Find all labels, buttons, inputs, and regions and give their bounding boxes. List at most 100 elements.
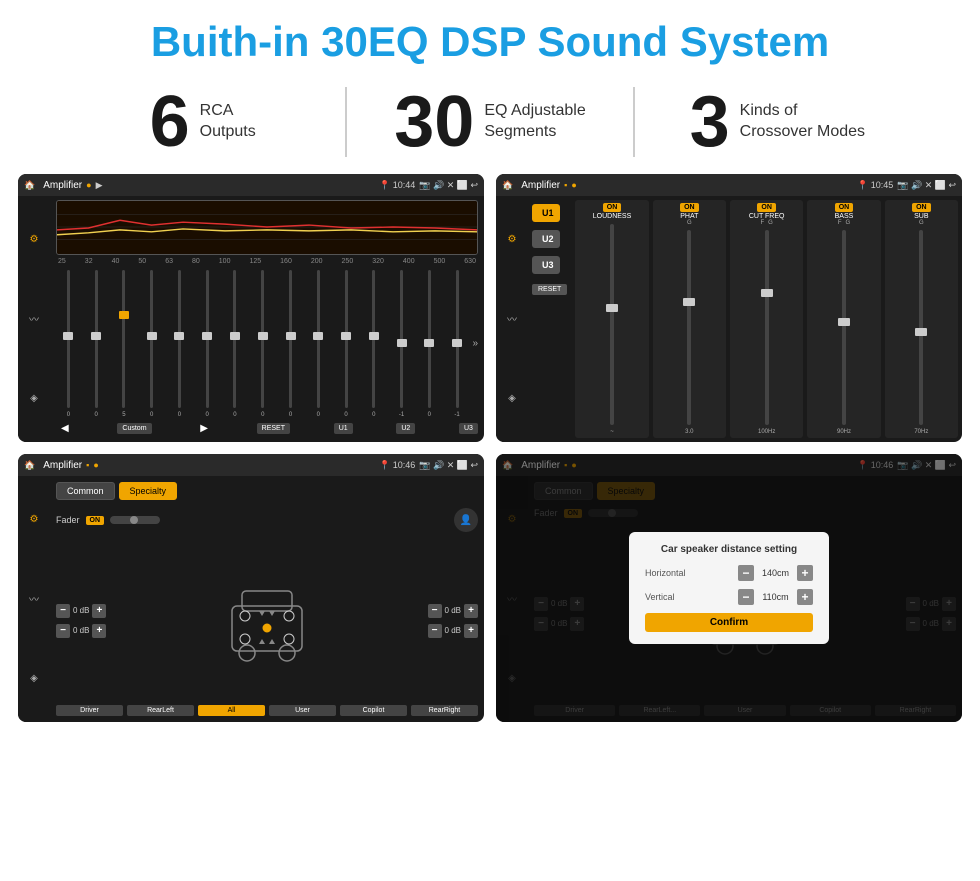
- screen-dialog: 🏠 Amplifier ▪ ● 📍 10:46 📷 🔊 ✕ ⬜ ↩ ⚙ 〰 ◈ …: [496, 454, 962, 722]
- expand-icon[interactable]: »: [472, 338, 478, 349]
- fader-label: Fader: [56, 515, 80, 525]
- eq-slider-5[interactable]: 0: [167, 268, 192, 418]
- vertical-plus[interactable]: +: [797, 589, 813, 605]
- rear-left-btn[interactable]: RearLeft: [127, 705, 194, 716]
- app-name-spec: Amplifier: [43, 460, 82, 471]
- xover-icon-1[interactable]: ⚙: [502, 230, 522, 250]
- stat-text-rca: RCAOutputs: [200, 101, 256, 143]
- dialog-title: Car speaker distance setting: [645, 544, 813, 555]
- vertical-minus[interactable]: −: [738, 589, 754, 605]
- reset-button-eq[interactable]: RESET: [257, 423, 290, 434]
- home-icon-spec[interactable]: 🏠: [24, 460, 35, 471]
- stat-number-rca: 6: [150, 86, 190, 158]
- db-plus-2[interactable]: +: [92, 624, 106, 638]
- home-icon[interactable]: 🏠: [24, 180, 35, 191]
- dialog-box: Car speaker distance setting Horizontal …: [629, 532, 829, 644]
- eq-slider-7[interactable]: 0: [223, 268, 248, 418]
- u1-btn[interactable]: U1: [532, 204, 560, 222]
- spec-icon-2[interactable]: 〰: [24, 589, 44, 609]
- eq-main: 2532405063 80100125160200 25032040050063…: [50, 196, 484, 442]
- loudness-val: ~: [610, 429, 614, 435]
- db-minus-4[interactable]: −: [428, 624, 442, 638]
- status-icons-xover: 📷 🔊 ✕ ⬜ ↩: [897, 180, 956, 191]
- eq-slider-4[interactable]: 0: [139, 268, 164, 418]
- spec-icon-1[interactable]: ⚙: [24, 510, 44, 530]
- db-minus-3[interactable]: −: [428, 604, 442, 618]
- db-plus-1[interactable]: +: [92, 604, 106, 618]
- cutfreq-slider[interactable]: [765, 230, 769, 425]
- eq-slider-10[interactable]: 0: [306, 268, 331, 418]
- eq-slider-3[interactable]: 5: [112, 268, 137, 418]
- sliders-row: 0 0 5 0 0: [56, 268, 478, 418]
- eq-slider-6[interactable]: 0: [195, 268, 220, 418]
- eq-icon-1[interactable]: ⚙: [24, 230, 44, 250]
- sub-val: 70Hz: [914, 429, 928, 435]
- reset-btn-xover[interactable]: RESET: [532, 284, 567, 295]
- sub-slider[interactable]: [919, 230, 923, 425]
- stat-text-eq: EQ AdjustableSegments: [484, 101, 585, 143]
- prev-button[interactable]: ◀: [56, 421, 74, 436]
- rear-right-btn[interactable]: RearRight: [411, 705, 478, 716]
- user-btn[interactable]: User: [269, 705, 336, 716]
- eq-bottom-bar: ◀ Custom ▶ RESET U1 U2 U3: [56, 418, 478, 438]
- tab-specialty[interactable]: Specialty: [119, 482, 178, 500]
- eq-icon-2[interactable]: 〰: [24, 309, 44, 329]
- next-button[interactable]: ▶: [195, 421, 213, 436]
- u3-button-eq[interactable]: U3: [459, 423, 478, 434]
- vertical-value: 110cm: [758, 592, 793, 602]
- car-diagram: [114, 571, 419, 671]
- eq-slider-13[interactable]: -1: [389, 268, 414, 418]
- eq-slider-15[interactable]: -1: [445, 268, 470, 418]
- bottom-btns: Driver RearLeft All User Copilot RearRig…: [56, 705, 478, 716]
- dialog-overlay: Car speaker distance setting Horizontal …: [496, 454, 962, 722]
- eq-slider-2[interactable]: 0: [84, 268, 109, 418]
- db-value-3: 0 dB: [445, 606, 461, 615]
- u1-button-eq[interactable]: U1: [334, 423, 353, 434]
- fader-slider[interactable]: [110, 516, 160, 524]
- spec-content: ⚙ 〰 ◈ Common Specialty Fader ON 👤: [18, 476, 484, 722]
- home-icon-xover[interactable]: 🏠: [502, 180, 513, 191]
- status-bar-spec: 🏠 Amplifier ▪ ● 📍 10:46 📷 🔊 ✕ ⬜ ↩: [18, 454, 484, 476]
- driver-btn[interactable]: Driver: [56, 705, 123, 716]
- bass-slider[interactable]: [842, 230, 846, 425]
- horizontal-plus[interactable]: +: [797, 565, 813, 581]
- xover-col-bass: ON BASS FG 90Hz: [807, 200, 880, 438]
- loudness-slider[interactable]: [610, 224, 614, 425]
- db-minus-1[interactable]: −: [56, 604, 70, 618]
- eq-slider-1[interactable]: 0: [56, 268, 81, 418]
- all-btn[interactable]: All: [198, 705, 265, 716]
- stat-number-crossover: 3: [690, 86, 730, 158]
- rec-icon-spec: ▪: [86, 460, 89, 470]
- xover-col-loudness: ON LOUDNESS ~: [575, 200, 648, 438]
- eq-slider-14[interactable]: 0: [417, 268, 442, 418]
- db-minus-2[interactable]: −: [56, 624, 70, 638]
- u3-btn[interactable]: U3: [532, 256, 560, 274]
- db-plus-4[interactable]: +: [464, 624, 478, 638]
- spec-icon-3[interactable]: ◈: [24, 668, 44, 688]
- xover-icon-3[interactable]: ◈: [502, 388, 522, 408]
- copilot-btn[interactable]: Copilot: [340, 705, 407, 716]
- eq-content: ⚙ 〰 ◈: [18, 196, 484, 442]
- phat-slider[interactable]: [687, 230, 691, 425]
- speaker-controls-right: − 0 dB + − 0 dB +: [428, 604, 478, 638]
- eq-slider-11[interactable]: 0: [334, 268, 359, 418]
- eq-slider-12[interactable]: 0: [361, 268, 386, 418]
- db-plus-3[interactable]: +: [464, 604, 478, 618]
- stat-number-eq: 30: [394, 86, 474, 158]
- play-icon-eq: ▶: [96, 180, 103, 191]
- u2-btn[interactable]: U2: [532, 230, 560, 248]
- eq-slider-8[interactable]: 0: [250, 268, 275, 418]
- cutfreq-val: 100Hz: [758, 429, 775, 435]
- xover-icon-2[interactable]: 〰: [502, 309, 522, 329]
- fader-on-badge: ON: [86, 516, 105, 525]
- horizontal-minus[interactable]: −: [738, 565, 754, 581]
- vertical-control: − 110cm +: [738, 589, 813, 605]
- eq-icon-3[interactable]: ◈: [24, 388, 44, 408]
- tab-common[interactable]: Common: [56, 482, 115, 500]
- volume-icon[interactable]: 👤: [454, 508, 478, 532]
- db-control-3: − 0 dB +: [428, 604, 478, 618]
- confirm-button[interactable]: Confirm: [645, 613, 813, 632]
- u2-button-eq[interactable]: U2: [396, 423, 415, 434]
- eq-slider-9[interactable]: 0: [278, 268, 303, 418]
- dot-icon-xover: ●: [571, 180, 576, 190]
